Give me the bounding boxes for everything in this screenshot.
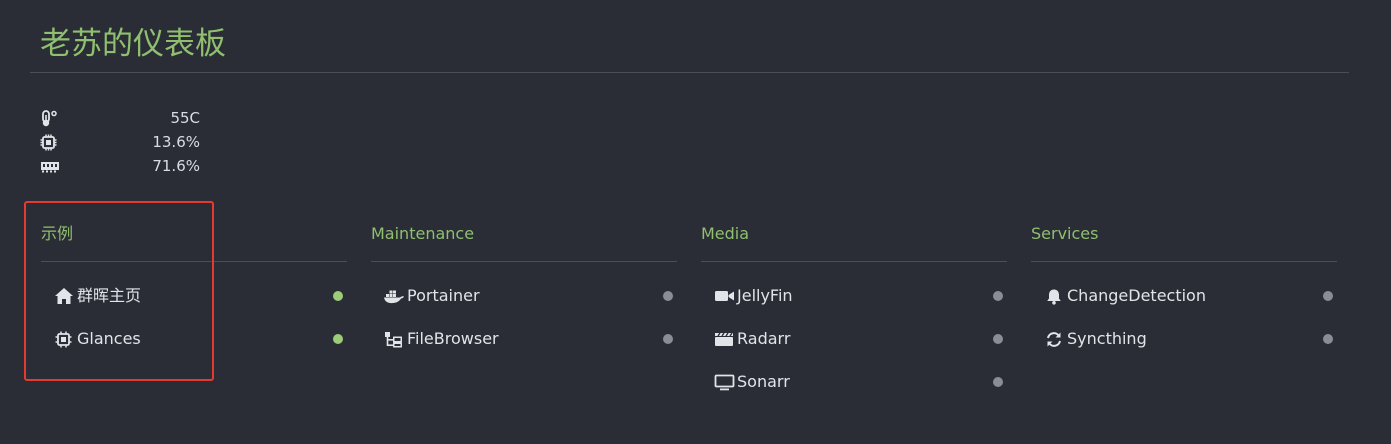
stat-temperature-value: 55C <box>170 109 200 127</box>
service-label: Glances <box>77 329 141 348</box>
thermometer-icon <box>40 109 58 127</box>
service-link-radarr[interactable]: Radarr <box>701 325 1007 368</box>
group-title: Services <box>1031 224 1099 243</box>
cpu-icon <box>53 329 75 349</box>
stat-memory: 71.6% <box>40 154 200 178</box>
group-services: Services ChangeDetection Syncthing <box>1031 222 1337 368</box>
page-title: 老苏的仪表板 <box>40 26 226 62</box>
clapperboard-icon <box>713 329 735 349</box>
service-link-syncthing[interactable]: Syncthing <box>1031 325 1337 368</box>
service-link-jellyfin[interactable]: JellyFin <box>701 282 1007 325</box>
group-divider <box>701 261 1007 262</box>
folder-tree-icon <box>383 329 405 349</box>
status-unknown-dot <box>993 377 1003 387</box>
group-media: Media JellyFin Radarr Sonarr <box>701 222 1007 411</box>
group-title: Media <box>701 224 750 243</box>
title-divider <box>30 72 1349 73</box>
service-label: Portainer <box>407 286 480 305</box>
bell-icon <box>1043 286 1065 306</box>
status-online-dot <box>333 291 343 301</box>
status-unknown-dot <box>663 334 673 344</box>
sync-icon <box>1043 329 1065 349</box>
service-label: FileBrowser <box>407 329 499 348</box>
video-camera-icon <box>713 286 735 306</box>
service-link-portainer[interactable]: Portainer <box>371 282 677 325</box>
service-label: 群晖主页 <box>77 286 142 305</box>
service-label: Syncthing <box>1067 329 1147 348</box>
service-label: JellyFin <box>737 286 793 305</box>
memory-icon <box>40 158 60 175</box>
group-divider <box>1031 261 1337 262</box>
service-link-changedetection[interactable]: ChangeDetection <box>1031 282 1337 325</box>
home-icon <box>53 286 75 306</box>
status-online-dot <box>333 334 343 344</box>
status-unknown-dot <box>1323 291 1333 301</box>
service-link-synology-home[interactable]: 群晖主页 <box>41 282 347 325</box>
service-link-filebrowser[interactable]: FileBrowser <box>371 325 677 368</box>
group-maintenance: Maintenance Portainer FileBrowser <box>371 222 677 368</box>
stat-memory-value: 71.6% <box>152 157 200 175</box>
group-title: Maintenance <box>371 224 475 243</box>
stat-temperature: 55C <box>40 106 200 130</box>
group-title: 示例 <box>41 224 74 243</box>
service-label: Sonarr <box>737 372 790 391</box>
stat-cpu: 13.6% <box>40 130 200 154</box>
group-divider <box>41 261 347 262</box>
status-unknown-dot <box>1323 334 1333 344</box>
status-unknown-dot <box>993 291 1003 301</box>
service-link-glances[interactable]: Glances <box>41 325 347 368</box>
group-examples: 示例 群晖主页 Glances <box>41 222 347 368</box>
service-label: ChangeDetection <box>1067 286 1206 305</box>
service-link-sonarr[interactable]: Sonarr <box>701 368 1007 411</box>
system-stats: 55C 13.6% 71.6% <box>40 106 200 178</box>
status-unknown-dot <box>663 291 673 301</box>
cpu-icon <box>40 134 58 151</box>
docker-icon <box>383 286 405 306</box>
status-unknown-dot <box>993 334 1003 344</box>
group-divider <box>371 261 677 262</box>
dashboard-page: 老苏的仪表板 55C 13.6% 71.6% 示例 群晖主页 Glances M… <box>0 0 1391 444</box>
stat-cpu-value: 13.6% <box>152 133 200 151</box>
service-label: Radarr <box>737 329 791 348</box>
tv-icon <box>713 372 735 392</box>
